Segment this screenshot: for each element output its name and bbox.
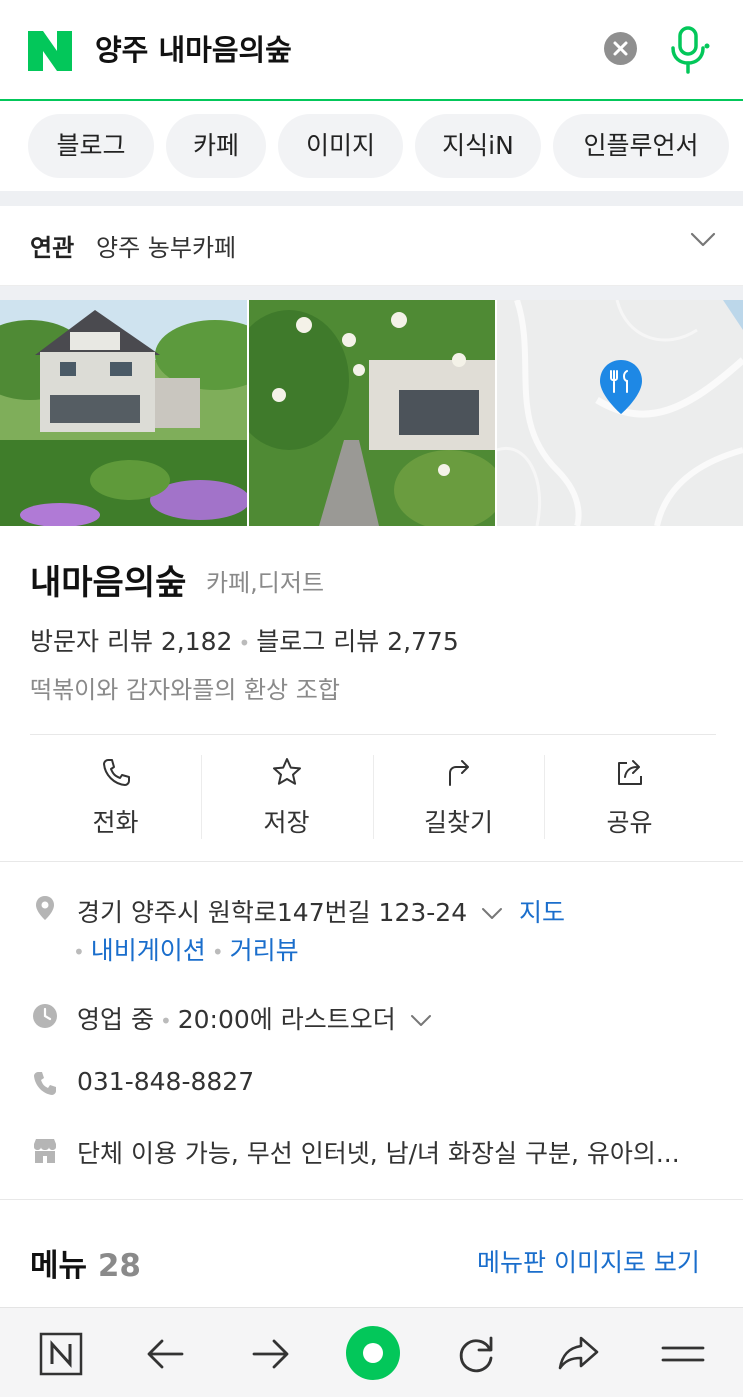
save-button[interactable]: 저장	[201, 735, 372, 860]
save-label: 저장	[263, 808, 310, 837]
hours-row[interactable]: 영업 중 • 20:00에 라스트오더	[0, 1000, 743, 1040]
share-arrow-icon[interactable]	[553, 1328, 605, 1380]
share-icon	[618, 760, 642, 785]
chevron-down-icon[interactable]	[481, 907, 503, 921]
place-actions: 전화 저장 길찾기 공유	[30, 735, 716, 860]
search-query[interactable]: 양주 내마음의숲	[95, 30, 292, 70]
search-filter-chips: 블로그 카페 이미지 지식iN 인플루언서	[0, 101, 743, 191]
address-links: • 내비게이션 • 거리뷰	[73, 931, 299, 967]
street-view-link[interactable]: 거리뷰	[230, 936, 299, 965]
menu-image-link[interactable]: 메뉴판 이미지로 보기	[477, 1243, 700, 1279]
related-searches[interactable]: 연관 양주 농부카페	[0, 206, 743, 286]
review-counts: 방문자 리뷰 2,182 • 블로그 리뷰 2,775	[30, 622, 459, 658]
separator-dot: •	[211, 940, 224, 964]
green-dot-search-icon[interactable]	[345, 1325, 401, 1381]
hours-status: 영업 중	[77, 1005, 154, 1034]
directions-button[interactable]: 길찾기	[373, 735, 544, 860]
separator-dot: •	[238, 631, 251, 655]
place-category: 카페,디저트	[206, 569, 325, 597]
menu-section-title: 메뉴 28	[30, 1240, 141, 1285]
place-name[interactable]: 내마음의숲	[30, 555, 186, 604]
navigation-link[interactable]: 내비게이션	[91, 936, 206, 965]
phone-icon	[34, 1072, 56, 1095]
phone-icon	[103, 759, 130, 786]
divider	[0, 1199, 743, 1200]
related-query-link[interactable]: 양주 농부카페	[96, 228, 236, 263]
clock-icon	[33, 1004, 57, 1028]
back-arrow-icon[interactable]	[140, 1328, 192, 1380]
refresh-icon[interactable]	[450, 1328, 502, 1380]
separator-dot: •	[73, 940, 85, 964]
chip-kin[interactable]: 지식iN	[415, 114, 541, 178]
menu-count: 28	[97, 1248, 141, 1284]
close-icon	[613, 41, 628, 56]
chip-influencer[interactable]: 인플루언서	[553, 114, 729, 178]
place-photo-garden-path[interactable]	[249, 300, 495, 526]
place-map-thumbnail[interactable]	[497, 300, 743, 526]
place-tagline: 떡볶이와 감자와플의 환상 조합	[30, 676, 340, 704]
menu-icon[interactable]	[657, 1328, 709, 1380]
address-line: 경기 양주시 원학로147번길 123-24 지도	[77, 893, 565, 929]
phone-row[interactable]: 031-848-8827	[0, 1067, 743, 1107]
chevron-down-icon[interactable]	[410, 1014, 432, 1028]
call-button[interactable]: 전화	[30, 735, 201, 860]
blog-review-link[interactable]: 블로그 리뷰 2,775	[256, 627, 458, 656]
divider	[0, 861, 743, 862]
naver-home-icon[interactable]	[35, 1328, 87, 1380]
chip-blog[interactable]: 블로그	[28, 114, 154, 178]
map-link[interactable]: 지도	[519, 898, 565, 927]
amenities-text: 단체 이용 가능, 무선 인터넷, 남/녀 화장실 구분, 유아의...	[77, 1139, 680, 1168]
forward-arrow-icon[interactable]	[244, 1328, 296, 1380]
directions-label: 길찾기	[423, 808, 493, 837]
clear-search-button[interactable]	[604, 32, 637, 65]
address-row: 경기 양주시 원학로147번길 123-24 지도 • 내비게이션 • 거리뷰	[0, 893, 743, 973]
directions-icon	[449, 760, 469, 786]
place-photo-house[interactable]	[0, 300, 247, 526]
search-bar: 양주 내마음의숲	[0, 0, 743, 101]
call-label: 전화	[92, 808, 139, 837]
related-label: 연관	[30, 234, 75, 262]
place-photo-strip	[0, 300, 743, 526]
microphone-icon[interactable]	[668, 26, 710, 74]
section-separator	[0, 191, 743, 206]
hours-text: 영업 중 • 20:00에 라스트오더	[77, 1000, 432, 1036]
share-button[interactable]: 공유	[544, 735, 715, 860]
share-label: 공유	[606, 808, 653, 837]
address-text: 경기 양주시 원학로147번길 123-24	[77, 898, 468, 927]
hours-detail: 20:00에 라스트오더	[177, 1005, 396, 1034]
store-icon	[34, 1139, 56, 1163]
naver-logo-icon[interactable]	[28, 31, 72, 71]
phone-number[interactable]: 031-848-8827	[77, 1067, 254, 1096]
star-icon	[273, 758, 301, 785]
map-pin-restaurant-icon	[600, 360, 642, 414]
chip-image[interactable]: 이미지	[278, 114, 403, 178]
separator-dot: •	[159, 1009, 172, 1033]
location-pin-icon	[36, 896, 54, 920]
chevron-down-icon[interactable]	[690, 232, 716, 248]
menu-title: 메뉴	[30, 1248, 88, 1284]
browser-bottom-bar	[0, 1307, 743, 1397]
chip-cafe[interactable]: 카페	[166, 114, 266, 178]
visitor-review-link[interactable]: 방문자 리뷰 2,182	[30, 627, 232, 656]
section-separator	[0, 286, 743, 300]
amenities-row[interactable]: 단체 이용 가능, 무선 인터넷, 남/녀 화장실 구분, 유아의...	[0, 1134, 743, 1174]
